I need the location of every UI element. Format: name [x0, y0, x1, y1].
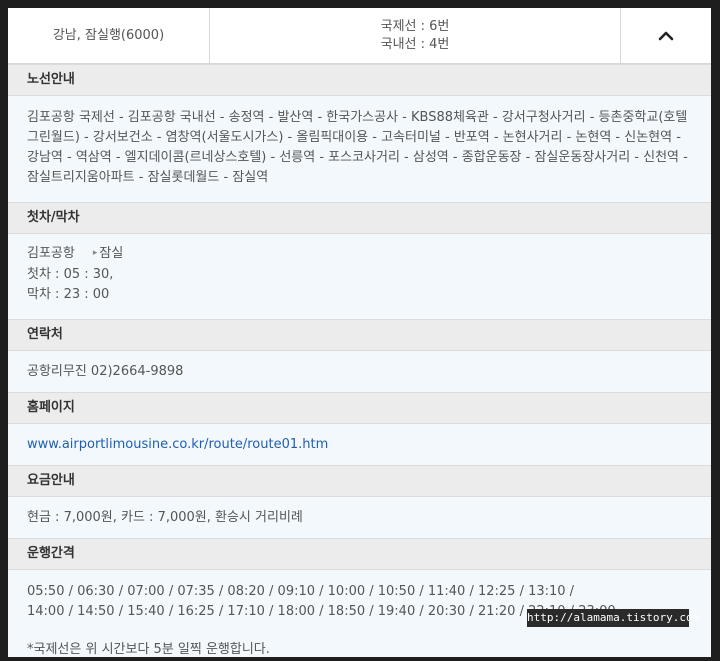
direction-line: 김포공항 ▸ 잠실 — [27, 244, 692, 265]
route-info-body: 김포공항 국제선 - 김포공항 국내선 - 송정역 - 발산역 - 한국가스공사… — [8, 96, 711, 202]
terminal-info-cell: 국제선 : 6번 국내선 : 4번 — [210, 8, 621, 63]
route-name: 강남, 잠실행(6000) — [52, 27, 165, 43]
collapse-button[interactable] — [621, 8, 711, 63]
watermark-label: http://alamama.tistory.com — [527, 609, 699, 627]
origin-stop: 김포공항 — [27, 246, 75, 261]
chevron-up-icon — [658, 31, 674, 40]
route-summary-row: 강남, 잠실행(6000) 국제선 : 6번 국내선 : 4번 — [8, 8, 711, 64]
first-last-body: 김포공항 ▸ 잠실 첫차 : 05 : 30, 막차 : 23 : 00 — [8, 234, 711, 319]
contact-heading: 연락처 — [8, 319, 711, 351]
homepage-link[interactable]: www.airportlimousine.co.kr/route/route01… — [27, 437, 328, 452]
homepage-body: www.airportlimousine.co.kr/route/route01… — [8, 424, 711, 465]
fare-text: 현금 : 7,000원, 카드 : 7,000원, 환승시 거리비례 — [27, 510, 303, 525]
route-stops-text: 김포공항 국제선 - 김포공항 국내선 - 송정역 - 발산역 - 한국가스공사… — [27, 110, 688, 185]
contact-body: 공항리무진 02)2664-9898 — [8, 351, 711, 392]
route-info-heading: 노선안내 — [8, 64, 711, 96]
route-detail-panel: 강남, 잠실행(6000) 국제선 : 6번 국내선 : 4번 노선안내 김포공… — [8, 8, 711, 657]
route-name-cell: 강남, 잠실행(6000) — [8, 8, 210, 63]
first-bus-time: 첫차 : 05 : 30, — [27, 267, 114, 282]
domestic-terminal: 국내선 : 4번 — [380, 36, 450, 52]
fare-heading: 요금안내 — [8, 465, 711, 497]
intl-terminal: 국제선 : 6번 — [380, 18, 450, 34]
last-bus-time: 막차 : 23 : 00 — [27, 287, 110, 302]
homepage-heading: 홈페이지 — [8, 392, 711, 424]
interval-heading: 운행간격 — [8, 538, 711, 570]
arrow-right-icon: ▸ — [92, 248, 98, 258]
interval-times-line-1: 05:50 / 06:30 / 07:00 / 07:35 / 08:20 / … — [27, 584, 575, 599]
contact-phone: 공항리무진 02)2664-9898 — [27, 364, 184, 379]
interval-note: *국제선은 위 시간보다 5분 일찍 운행합니다. — [27, 642, 270, 657]
fare-body: 현금 : 7,000원, 카드 : 7,000원, 환승시 거리비례 — [8, 497, 711, 538]
destination-stop: 잠실 — [99, 246, 124, 261]
first-last-heading: 첫차/막차 — [8, 202, 711, 234]
